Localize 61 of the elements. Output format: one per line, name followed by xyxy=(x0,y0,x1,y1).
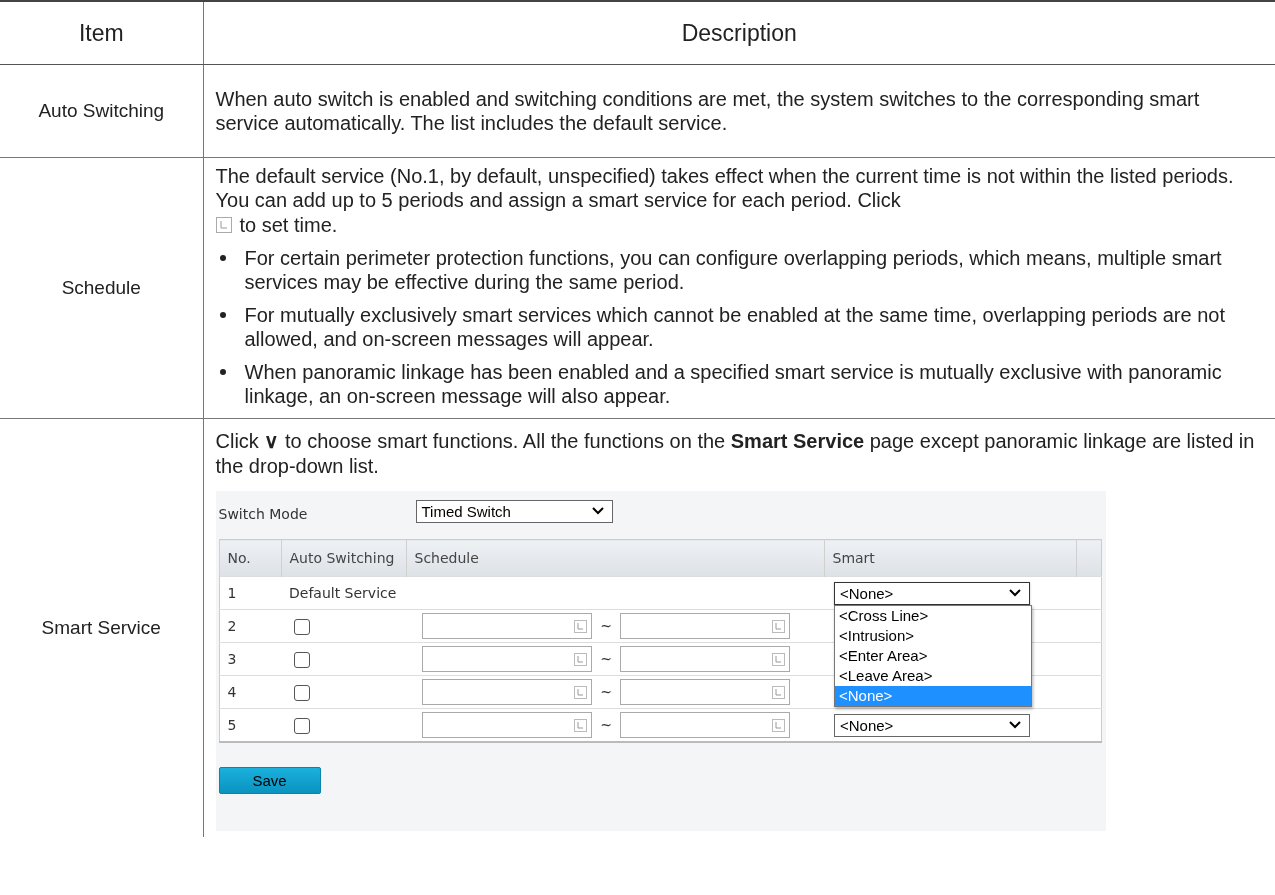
clock-icon[interactable] xyxy=(574,718,587,732)
row-number: 1 xyxy=(227,585,237,601)
tilde-separator: ~ xyxy=(599,618,613,634)
tilde-separator: ~ xyxy=(599,651,613,667)
start-time-field[interactable] xyxy=(422,613,592,639)
bullet-icon xyxy=(219,369,226,375)
dropdown-option[interactable]: <Intrusion> xyxy=(835,626,1031,646)
end-time-field[interactable] xyxy=(620,712,790,738)
bullet-icon xyxy=(219,255,226,261)
chevron-icon xyxy=(1009,589,1021,597)
dropdown-option[interactable]: <Enter Area> xyxy=(835,646,1031,666)
switch-mode-label: Switch Mode xyxy=(218,505,309,522)
switch-mode-select[interactable]: Timed Switch xyxy=(415,499,613,523)
chevron-icon xyxy=(591,507,604,515)
row-number: 4 xyxy=(227,684,237,700)
bullet-text: When panoramic linkage has been enabled and a specified smart service is mutually exclusive with panoramic linkage, an on-screen message will also appear. xyxy=(244,360,1223,408)
checkbox[interactable] xyxy=(294,717,310,734)
row-number: 2 xyxy=(227,618,237,634)
column-header: Description xyxy=(203,1,1275,65)
bullet-text: For certain perimeter protection functions, you can configure overlapping periods, which means, multiple smart services may be effective during the same period. xyxy=(244,246,1223,294)
start-time-field[interactable] xyxy=(422,679,592,705)
column-header: Item xyxy=(0,1,203,65)
row-number: 3 xyxy=(227,651,237,667)
column-header: No. xyxy=(219,539,281,577)
clock-icon[interactable] xyxy=(772,718,785,732)
start-time-field[interactable] xyxy=(422,712,592,738)
checkbox[interactable] xyxy=(294,618,310,635)
item-label: Smart Service xyxy=(41,617,161,638)
clock-icon[interactable] xyxy=(772,685,785,699)
description-text: When auto switch is enabled and switching conditions are met, the system switches to the corresponding smart service automatically. The list includes the default service. xyxy=(215,87,1201,135)
clock-icon[interactable] xyxy=(574,685,587,699)
item-label: Schedule xyxy=(61,277,141,298)
smart-select[interactable]: <None> xyxy=(834,713,1030,737)
column-header: Smart xyxy=(824,539,1076,577)
start-time-field[interactable] xyxy=(422,646,592,672)
clock-icon xyxy=(215,217,232,233)
end-time-field[interactable] xyxy=(620,613,790,639)
save-button[interactable]: Save xyxy=(218,767,321,794)
tilde-separator: ~ xyxy=(599,684,613,700)
clock-icon[interactable] xyxy=(772,652,785,666)
chevron-icon xyxy=(1009,721,1021,729)
description-text: Click ∨ to choose smart functions. All the functions on the Smart Service page except panoramic linkage are listed in the drop-down list. xyxy=(215,429,1256,479)
description-text: to set time. xyxy=(239,213,338,237)
clock-icon[interactable] xyxy=(772,619,785,633)
dropdown-option[interactable]: <Leave Area> xyxy=(835,666,1031,686)
row-number: 5 xyxy=(227,717,237,733)
column-header: Schedule xyxy=(406,539,824,577)
end-time-field[interactable] xyxy=(620,646,790,672)
end-time-field[interactable] xyxy=(620,679,790,705)
checkbox[interactable] xyxy=(294,651,310,668)
bullet-text: For mutually exclusively smart services which cannot be enabled at the same time, overlapping periods are not allowed, and on-screen messages will appear. xyxy=(244,303,1226,351)
checkbox[interactable] xyxy=(294,684,310,701)
bullet-icon xyxy=(219,312,226,318)
dropdown-option[interactable]: <Cross Line> xyxy=(835,606,1031,626)
clock-icon[interactable] xyxy=(574,619,587,633)
default-service-label: Default Service xyxy=(289,585,397,601)
column-header: Auto Switching xyxy=(281,539,406,577)
smart-select[interactable]: <None> xyxy=(834,581,1030,605)
item-label: Auto Switching xyxy=(38,100,165,121)
tilde-separator: ~ xyxy=(599,717,613,733)
clock-icon[interactable] xyxy=(574,652,587,666)
